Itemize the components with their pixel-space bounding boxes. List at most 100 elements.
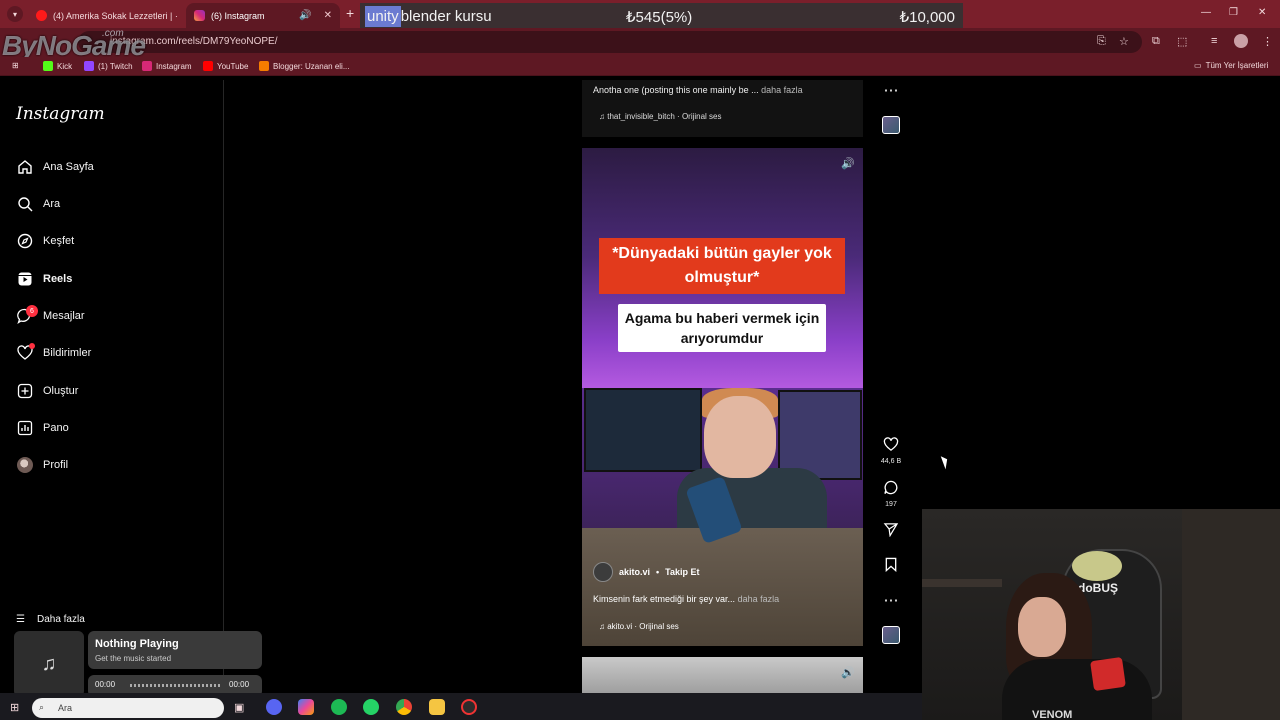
webcam-shelf-left — [922, 579, 1002, 587]
apps-icon[interactable]: ⊞ — [12, 61, 19, 70]
nav-more[interactable]: ☰ Daha fazla — [16, 614, 85, 625]
reel-audio[interactable]: ♫ akito.vi · Orijinal ses — [599, 622, 679, 631]
goal-progress: ₺545(5%) — [626, 8, 693, 26]
task-view-icon[interactable]: ▣ — [234, 701, 244, 714]
bookmark-star-icon[interactable]: ☆ — [1119, 35, 1129, 48]
webcam-mascot — [1072, 551, 1122, 581]
instagram-icon — [142, 61, 152, 71]
nav-profile[interactable]: Profil — [16, 454, 68, 476]
speaker-icon[interactable]: 🔊 — [841, 666, 855, 679]
close-icon[interactable]: ✕ — [324, 10, 332, 21]
video-subtitle-red: *Dünyadaki bütün gayler yok olmuştur* — [599, 238, 845, 294]
install-icon[interactable]: ⎘ — [1097, 35, 1106, 48]
next-reel[interactable]: 🔊 — [582, 657, 863, 697]
extensions-icon[interactable]: ⬚ — [1177, 35, 1187, 48]
compass-icon — [16, 233, 33, 250]
bookmark-instagram[interactable]: Instagram — [142, 61, 192, 71]
file-explorer-icon[interactable] — [429, 699, 445, 715]
blogger-icon — [259, 61, 269, 71]
discord-icon[interactable] — [266, 699, 282, 715]
menu-icon[interactable]: ⋮ — [1262, 35, 1273, 48]
previous-reel-audio[interactable]: ♫ that_invisible_bitch · Orijinal ses — [599, 112, 722, 121]
webcam-streamer-body — [1002, 659, 1152, 720]
goal-target: ₺10,000 — [899, 8, 955, 26]
webcam-shelf — [1182, 509, 1280, 720]
share-button[interactable] — [878, 522, 904, 541]
webcam-streamer-face — [1018, 597, 1066, 657]
goal-highlight: unity — [365, 6, 401, 27]
previous-more-options-button[interactable]: ⋯ — [878, 83, 904, 99]
music-progress-bar[interactable] — [130, 684, 222, 687]
more-link[interactable]: daha fazla — [738, 594, 780, 604]
minimize-icon[interactable]: — — [1201, 7, 1211, 18]
music-note-icon: ♫ — [599, 112, 608, 121]
screen: ▾ (4) Amerika Sokak Lezzetleri | · ✕ (6)… — [0, 0, 1280, 720]
comment-button[interactable]: 197 — [878, 480, 904, 508]
author-name[interactable]: akito.vi — [619, 567, 650, 577]
instagram-logo[interactable]: Instagram — [16, 104, 105, 124]
more-link[interactable]: daha fazla — [761, 85, 803, 95]
nav-home[interactable]: Ana Sayfa — [16, 156, 94, 178]
whatsapp-icon[interactable] — [363, 699, 379, 715]
current-reel-video[interactable]: *Dünyadaki bütün gayler yok olmuştur* Ag… — [582, 148, 863, 646]
reel-caption: Kimsenin fark etmediği bir şey var... da… — [593, 594, 780, 604]
speaker-icon[interactable]: 🔊 — [841, 157, 855, 170]
messages-badge: 6 — [26, 305, 38, 317]
avatar — [16, 457, 33, 473]
author-avatar[interactable] — [593, 562, 613, 582]
music-info-panel — [88, 631, 262, 669]
youtube-icon — [203, 61, 213, 71]
music-note-icon[interactable]: ♫ — [14, 631, 84, 697]
bookmarks-bar — [0, 57, 1280, 76]
tab-search-button[interactable]: ▾ — [7, 6, 23, 22]
profile-avatar[interactable] — [1234, 34, 1248, 48]
webcam-red-object — [1090, 656, 1126, 692]
obs-icon[interactable] — [461, 699, 477, 715]
chair-text: doBUŞ — [1078, 581, 1118, 595]
nav-notifications[interactable]: Bildirimler — [16, 342, 91, 364]
video-monitor-right — [778, 390, 862, 480]
tab-search-icon[interactable]: ≡ — [1211, 35, 1217, 47]
instagram-favicon-icon — [194, 10, 205, 21]
all-bookmarks[interactable]: ▭ Tüm Yer İşaretleri — [1194, 61, 1268, 70]
speaker-icon[interactable]: 🔊 — [299, 10, 311, 21]
nav-dashboard[interactable]: Pano — [16, 417, 69, 439]
tab-youtube[interactable]: (4) Amerika Sokak Lezzetleri | · ✕ — [28, 3, 182, 28]
translate-icon[interactable]: ⧉ — [1152, 35, 1160, 48]
mouse-cursor — [940, 454, 951, 470]
spotify-icon[interactable] — [331, 699, 347, 715]
video-subtitle-white: Agama bu haberi vermek için arıyorumdur — [618, 304, 826, 352]
audio-thumbnail[interactable] — [882, 626, 900, 644]
bookmark-blogger[interactable]: Blogger: Uzanan eli... — [259, 61, 350, 71]
notification-dot — [29, 343, 35, 349]
new-tab-button[interactable]: + — [346, 5, 354, 21]
follow-button[interactable]: Takip Et — [665, 567, 699, 577]
dashboard-icon — [16, 420, 33, 437]
send-icon — [878, 522, 904, 541]
music-subtitle: Get the music started — [95, 654, 172, 663]
nav-search[interactable]: Ara — [16, 193, 60, 215]
nav-reels[interactable]: Reels — [16, 268, 72, 290]
previous-reel[interactable]: Anotha one (posting this one mainly be .… — [582, 80, 863, 137]
bookmark-twitch[interactable]: (1) Twitch — [84, 61, 133, 71]
start-icon[interactable]: ⊞ — [10, 701, 19, 714]
reel-author[interactable]: akito.vi • Takip Et — [593, 562, 700, 582]
music-title: Nothing Playing — [95, 638, 179, 650]
nav-create[interactable]: Oluştur — [16, 380, 78, 402]
tab-instagram[interactable]: (6) Instagram 🔊 ✕ — [186, 3, 340, 28]
more-options-button[interactable]: ⋯ — [878, 593, 904, 609]
bookmark-kick[interactable]: Kick — [43, 61, 72, 71]
hamburger-icon: ☰ — [16, 614, 25, 625]
bookmark-youtube[interactable]: YouTube — [203, 61, 248, 71]
previous-audio-thumbnail[interactable] — [882, 116, 900, 134]
like-button[interactable]: 44,6 B — [878, 437, 904, 465]
copilot-icon[interactable] — [298, 699, 314, 715]
chrome-icon[interactable] — [396, 699, 412, 715]
save-button[interactable] — [878, 557, 904, 576]
nav-explore[interactable]: Keşfet — [16, 230, 74, 252]
taskbar-search[interactable]: Ara — [32, 698, 224, 718]
comment-icon — [878, 480, 904, 499]
close-window-icon[interactable]: ✕ — [1258, 7, 1266, 18]
restore-icon[interactable]: ❐ — [1229, 7, 1238, 18]
previous-reel-caption: Anotha one (posting this one mainly be .… — [593, 85, 803, 95]
